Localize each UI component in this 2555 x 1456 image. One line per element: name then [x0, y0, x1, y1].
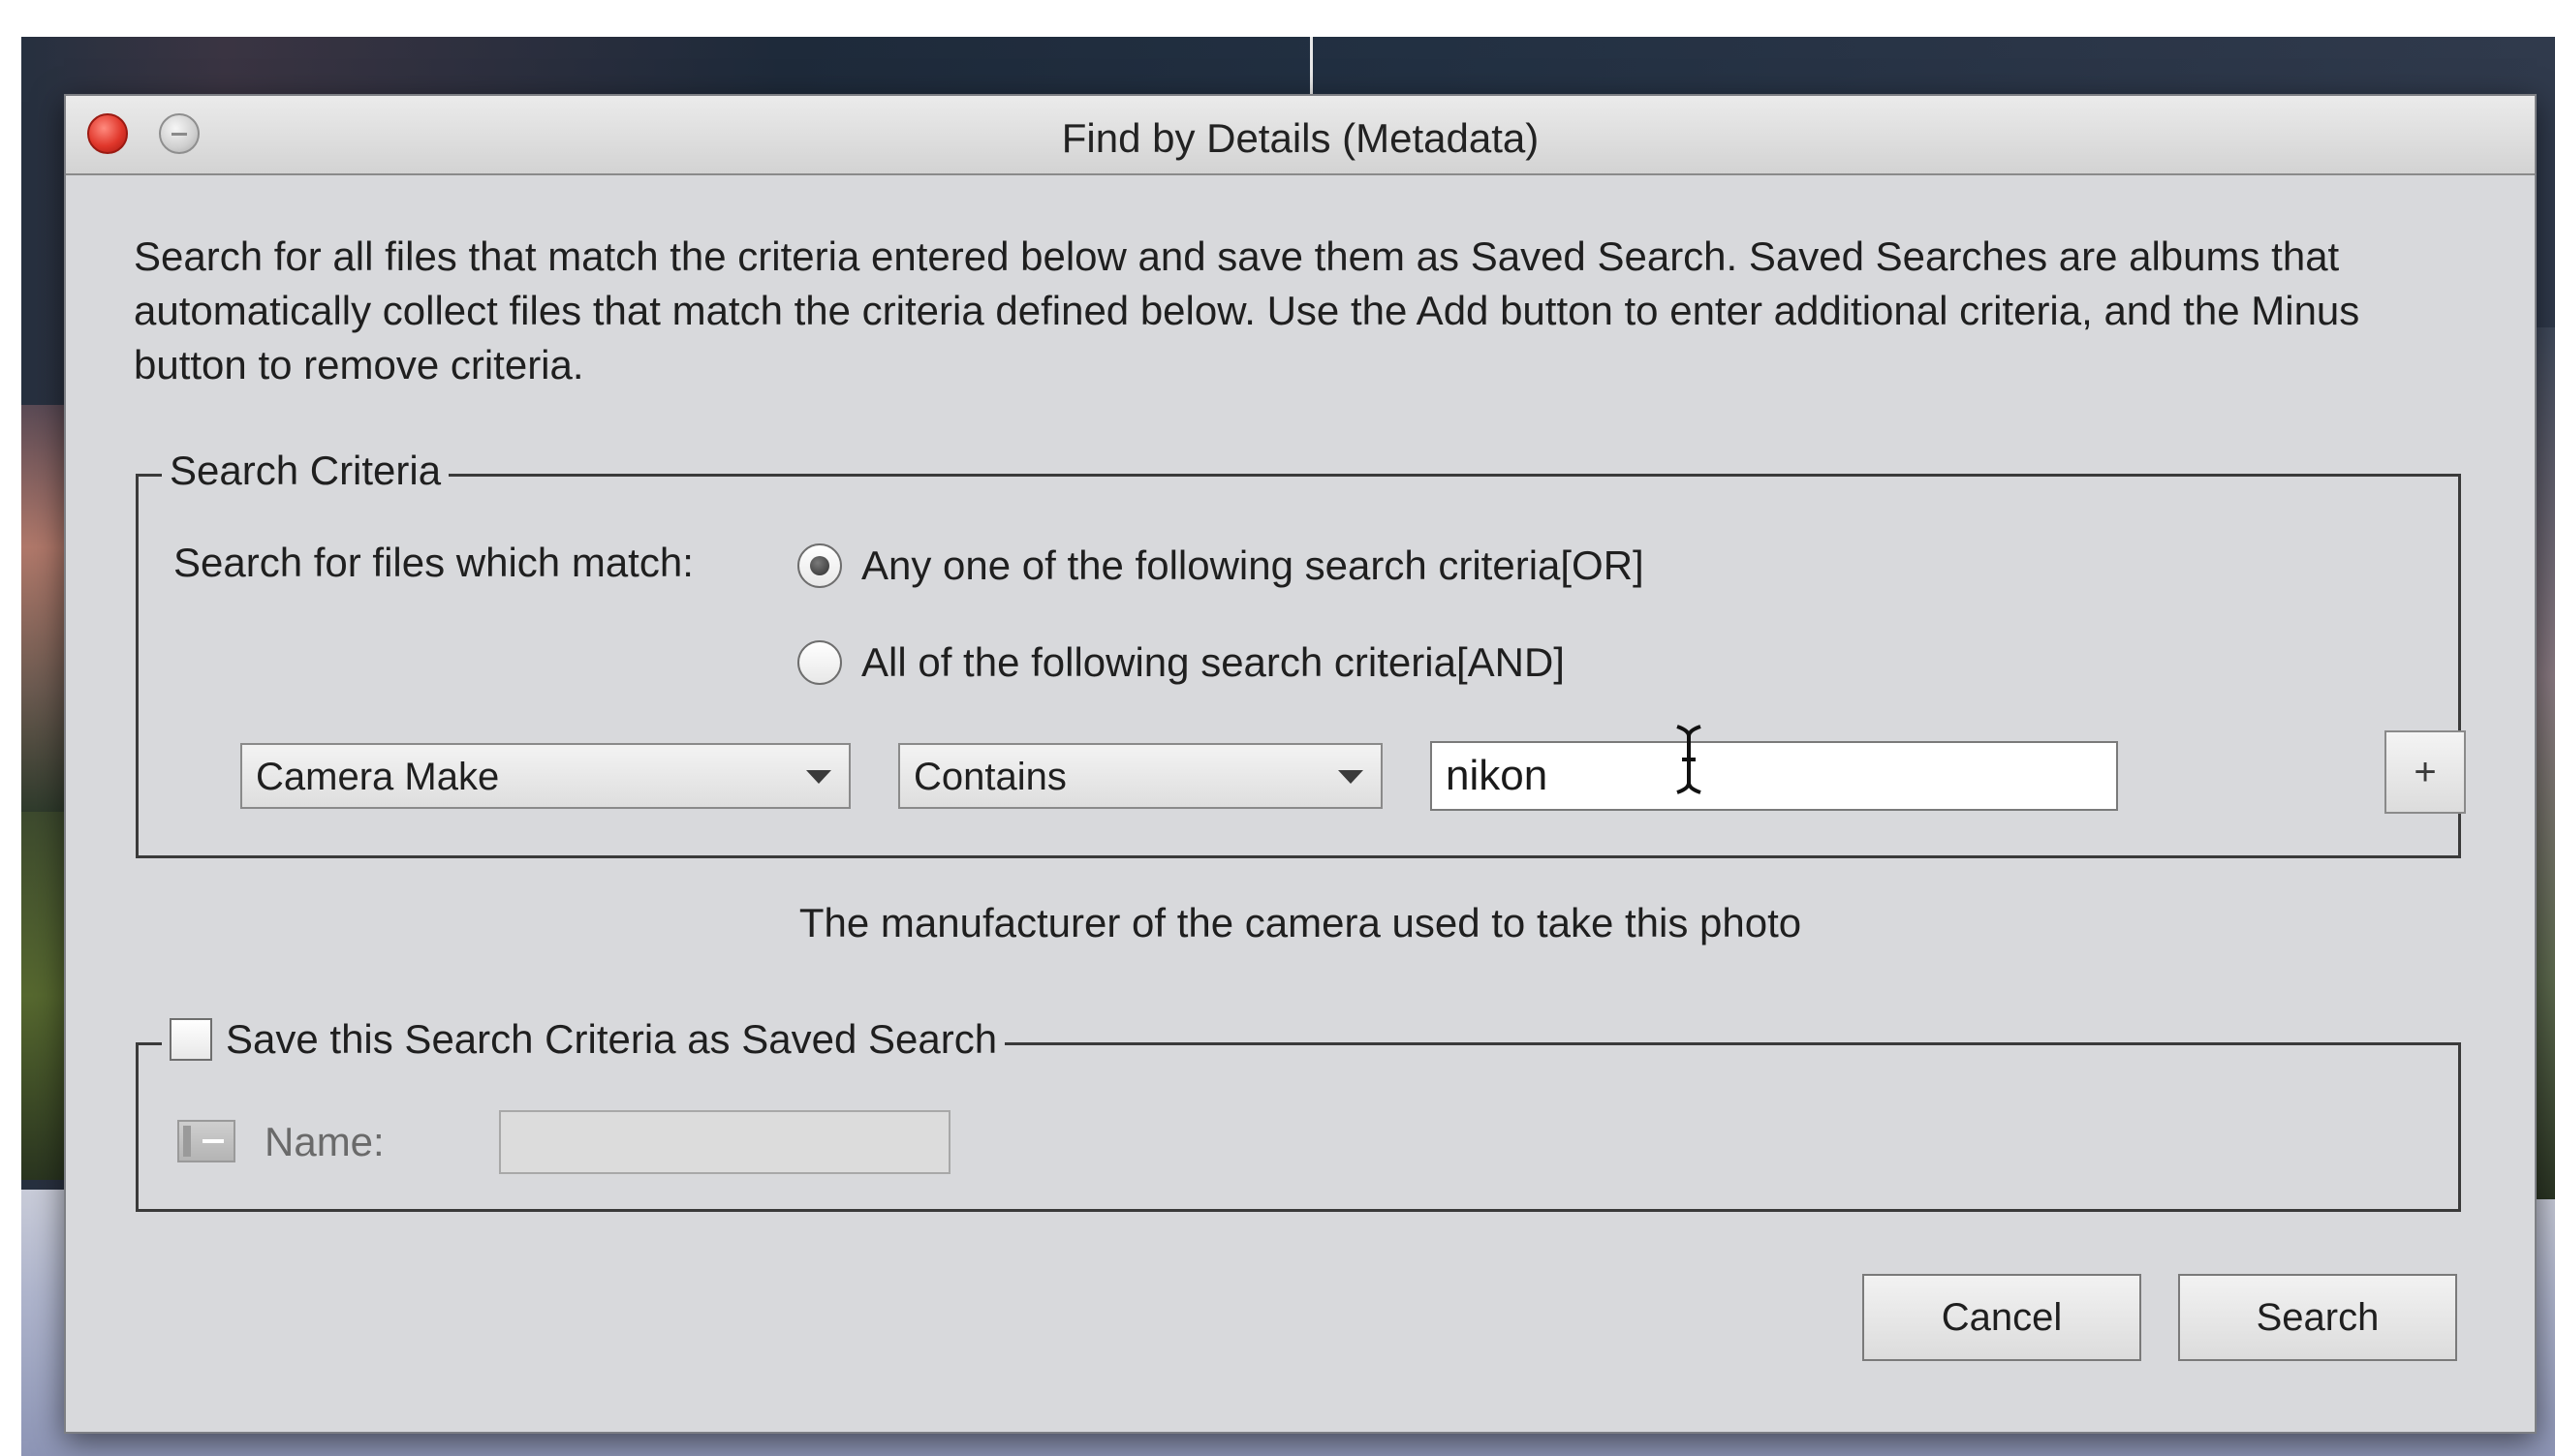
name-label: Name:	[265, 1119, 385, 1164]
save-search-checkbox[interactable]	[170, 1018, 212, 1061]
saved-search-name-input[interactable]	[499, 1110, 950, 1174]
search-criteria-legend: Search Criteria	[162, 448, 450, 494]
match-label: Search for files which match:	[173, 540, 694, 585]
cancel-button[interactable]: Cancel	[1862, 1274, 2141, 1361]
dialog-title: Find by Details (Metadata)	[1061, 115, 1540, 161]
chevron-down-icon	[806, 770, 831, 784]
search-button[interactable]: Search	[2178, 1274, 2457, 1361]
background-divider	[1310, 37, 1313, 95]
add-criteria-button[interactable]: +	[2384, 730, 2466, 814]
radio-or-option[interactable]: Any one of the following search criteria…	[797, 542, 1644, 589]
save-search-group: Save this Search Criteria as Saved Searc…	[136, 1016, 2461, 1212]
field-description: The manufacturer of the camera used to t…	[798, 900, 1802, 945]
intro-description: Search for all files that match the crit…	[134, 233, 2360, 387]
save-search-legend[interactable]: Save this Search Criteria as Saved Searc…	[162, 1016, 1006, 1063]
criteria-operator-value: Contains	[914, 756, 1067, 798]
criteria-field-value: Camera Make	[256, 756, 500, 798]
search-criteria-group: Search Criteria Search for files which m…	[136, 448, 2466, 858]
criteria-operator-select[interactable]: Contains	[898, 743, 1383, 809]
criteria-field-select[interactable]: Camera Make	[240, 743, 851, 809]
radio-or[interactable]	[797, 543, 842, 588]
title-bar: Find by Details (Metadata)	[66, 96, 2535, 175]
chevron-down-icon	[1338, 770, 1363, 784]
find-by-details-dialog: Find by Details (Metadata) Search for al…	[64, 94, 2537, 1434]
radio-or-label[interactable]: Any one of the following search criteria…	[861, 542, 1644, 589]
i-beam-cursor-icon	[1676, 725, 1701, 794]
save-search-label[interactable]: Save this Search Criteria as Saved Searc…	[226, 1016, 997, 1063]
criteria-value-input[interactable]	[1430, 741, 2118, 811]
radio-and[interactable]	[797, 640, 842, 685]
radio-and-option[interactable]: All of the following search criteria[AND…	[797, 639, 1565, 686]
album-icon	[177, 1120, 235, 1162]
radio-and-label[interactable]: All of the following search criteria[AND…	[861, 639, 1565, 686]
